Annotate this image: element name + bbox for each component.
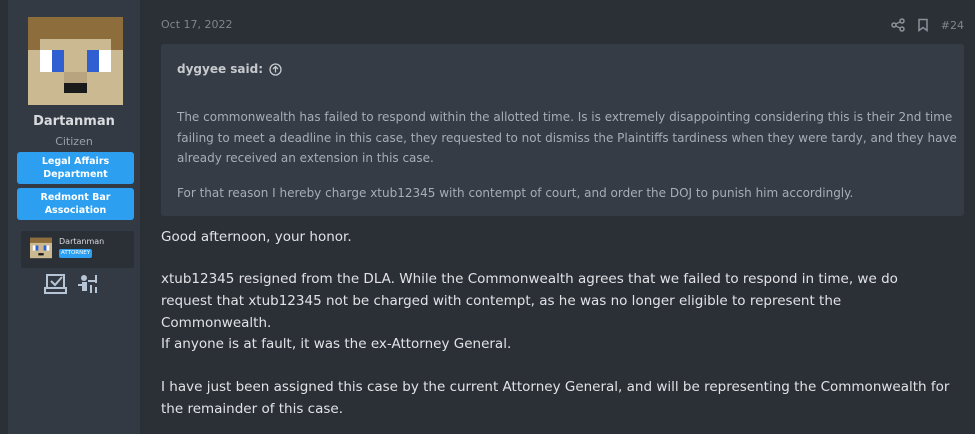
quote-header[interactable]: dygyee said: <box>177 62 282 76</box>
quote-author: dygyee said: <box>177 62 264 76</box>
username[interactable]: Dartanman <box>8 114 140 129</box>
post-date[interactable]: Oct 17, 2022 <box>161 18 233 31</box>
ballot-box-icon[interactable] <box>44 274 67 294</box>
user-sidebar: Dartanman Citizen Legal Affairs Departme… <box>8 0 140 434</box>
user-badge-legal-affairs: Legal Affairs Department <box>17 152 134 184</box>
quote-block: dygyee said: The commonwealth has failed… <box>161 44 964 216</box>
mini-card-tag: ATTORNEY <box>59 249 93 258</box>
avatar[interactable] <box>28 17 123 105</box>
share-icon[interactable] <box>891 18 905 32</box>
quote-paragraph: The commonwealth has failed to respond w… <box>177 110 957 165</box>
mini-avatar <box>30 237 52 259</box>
quote-paragraph: For that reason I hereby charge xtub1234… <box>177 186 854 200</box>
user-title: Citizen <box>55 135 93 148</box>
trophy-icons <box>44 274 97 294</box>
post-paragraph: I have just been assigned this case by t… <box>161 379 950 417</box>
justice-figure-icon[interactable] <box>78 275 97 293</box>
post-content: Oct 17, 2022 #24 dygyee said: The common… <box>140 0 975 434</box>
bookmark-icon[interactable] <box>916 18 930 32</box>
post-paragraph: xtub12345 resigned from the DLA. While t… <box>161 271 898 331</box>
arrow-up-circle-icon[interactable] <box>269 62 282 76</box>
post-actions: #24 <box>891 16 964 34</box>
user-badge-bar-association: Redmont Bar Association <box>17 188 134 220</box>
post-number[interactable]: #24 <box>941 19 964 32</box>
post-paragraph: If anyone is at fault, it was the ex-Att… <box>161 336 512 352</box>
user-mini-card[interactable]: Dartanman ATTORNEY <box>21 231 134 268</box>
mini-card-name: Dartanman <box>59 237 105 246</box>
post-paragraph: Good afternoon, your honor. <box>161 229 352 245</box>
